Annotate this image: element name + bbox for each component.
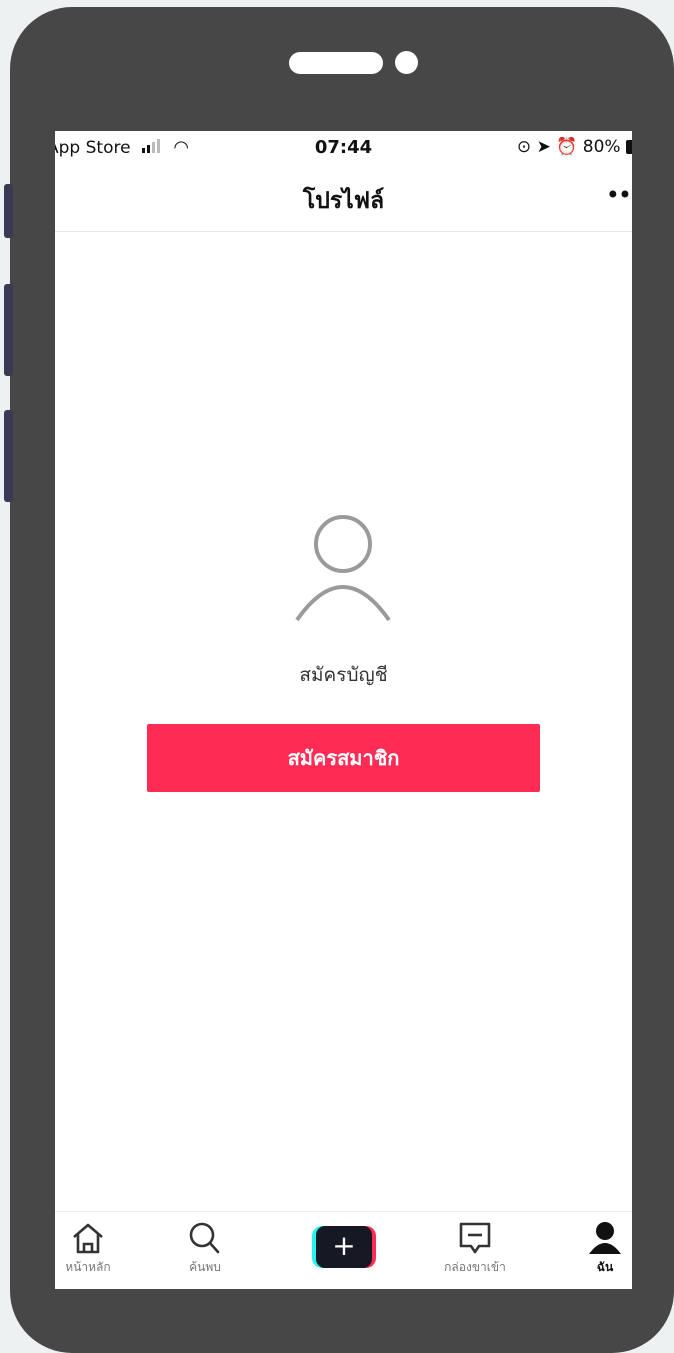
- more-button[interactable]: ••: [606, 181, 632, 209]
- tab-inbox-label: กล่องขาเข้า: [444, 1260, 506, 1274]
- battery-icon: [626, 140, 632, 154]
- status-right: ⊙ ➤ ⏰ 80%: [517, 137, 632, 157]
- bottom-tab-bar: หน้าหลัก ค้นพบ + กล่องขาเข้า ฉัน: [55, 1211, 632, 1289]
- tab-home[interactable]: หน้าหลัก: [55, 1220, 133, 1286]
- signup-prompt: สมัครบัญชี: [299, 664, 388, 686]
- alarm-icon: ⏰: [556, 137, 578, 157]
- volume-up-button: [4, 284, 13, 376]
- plus-icon: +: [316, 1226, 372, 1268]
- inbox-icon: [459, 1222, 491, 1254]
- create-button[interactable]: +: [312, 1226, 376, 1268]
- page-title: โปรไฟล์: [302, 188, 385, 214]
- speaker-bar: [289, 52, 383, 74]
- status-bar: App Store ◠ 07:44 ⊙ ➤ ⏰ 80%: [55, 131, 632, 167]
- location-icon: ➤: [536, 137, 551, 157]
- mute-switch: [4, 184, 13, 238]
- tab-me[interactable]: ฉัน: [560, 1220, 632, 1286]
- tab-inbox[interactable]: กล่องขาเข้า: [415, 1220, 535, 1286]
- signup-button[interactable]: สมัครสมาชิก: [147, 724, 540, 792]
- tab-home-label: หน้าหลัก: [65, 1260, 111, 1274]
- tab-discover[interactable]: ค้นพบ: [160, 1220, 250, 1286]
- app-screen: App Store ◠ 07:44 ⊙ ➤ ⏰ 80% โปรไฟล์ •• ส…: [55, 131, 632, 1289]
- tab-me-label: ฉัน: [596, 1260, 614, 1274]
- person-icon: [589, 1222, 621, 1254]
- user-avatar-icon: [295, 515, 391, 622]
- camera-dot: [395, 51, 418, 74]
- battery-percent: 80%: [582, 137, 621, 157]
- orientation-lock-icon: ⊙: [516, 137, 532, 157]
- tab-discover-label: ค้นพบ: [189, 1260, 221, 1274]
- home-icon: [73, 1223, 103, 1254]
- header: โปรไฟล์ ••: [55, 167, 632, 232]
- search-icon: [189, 1222, 220, 1254]
- volume-down-button: [4, 410, 13, 502]
